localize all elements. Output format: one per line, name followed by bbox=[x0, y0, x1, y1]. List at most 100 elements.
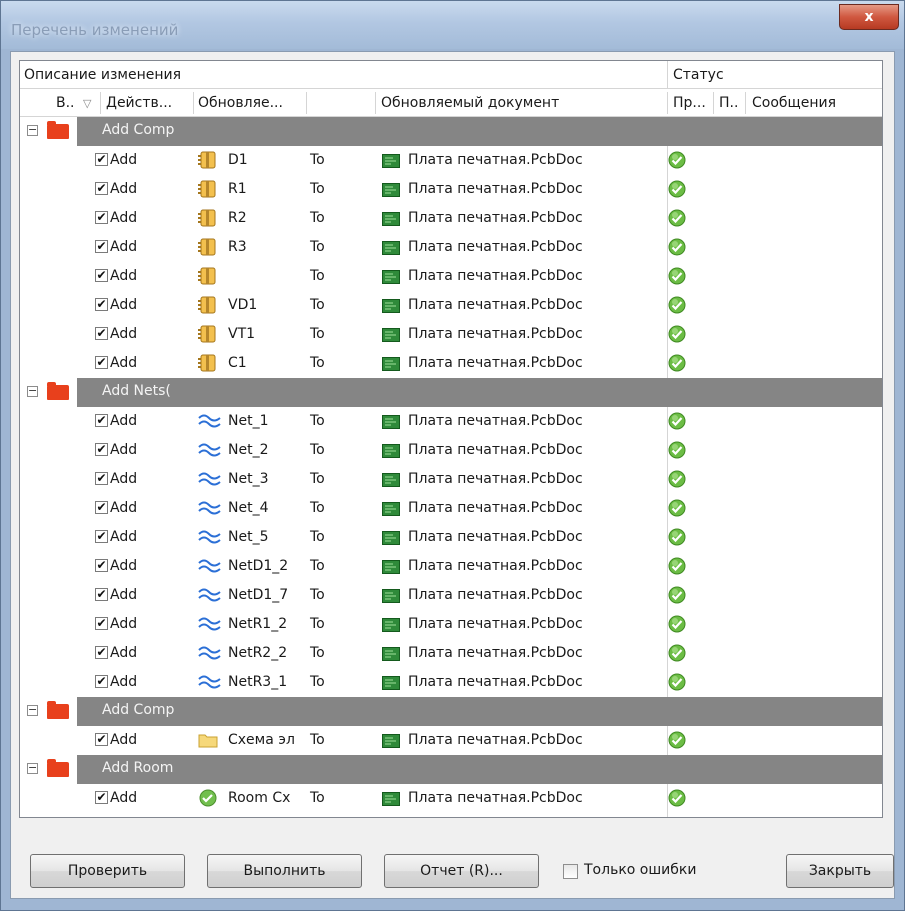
enable-checkbox[interactable]: ✔ bbox=[95, 472, 108, 485]
pcb-document-icon bbox=[382, 443, 400, 458]
collapse-icon[interactable]: − bbox=[27, 762, 38, 774]
enable-checkbox[interactable]: ✔ bbox=[95, 240, 108, 253]
pcb-document-icon bbox=[382, 182, 400, 197]
to-cell: To bbox=[310, 558, 325, 574]
col-done[interactable]: П.. bbox=[719, 95, 738, 111]
change-row[interactable]: ✔ Add Net_1 To Плата печатная.PcbDoc bbox=[20, 407, 882, 436]
change-row[interactable]: ✔ Add Net_3 To Плата печатная.PcbDoc bbox=[20, 465, 882, 494]
change-row[interactable]: ✔ Add D1 To Плата печатная.PcbDoc bbox=[20, 146, 882, 175]
col-separator[interactable] bbox=[713, 92, 714, 114]
close-window-button[interactable]: x bbox=[839, 4, 899, 30]
enable-checkbox[interactable]: ✔ bbox=[95, 588, 108, 601]
col-affected-document[interactable]: Обновляемый документ bbox=[381, 95, 559, 111]
only-errors-label[interactable]: Только ошибки bbox=[584, 862, 696, 878]
group-row[interactable]: − Add Comp bbox=[20, 117, 882, 146]
execute-changes-button[interactable]: Выполнить bbox=[207, 854, 362, 888]
collapse-icon[interactable]: − bbox=[27, 385, 38, 397]
check-ok-icon bbox=[668, 731, 686, 749]
affected-object-cell: Net_2 bbox=[228, 442, 269, 458]
change-row[interactable]: ✔ Add Room Cx To Плата печатная.PcbDoc bbox=[20, 784, 882, 813]
column-headers: В.. ▽ Действ... Обновляе... Обновляемый … bbox=[20, 89, 882, 117]
changes-grid: Описание изменения Статус В.. ▽ Действ..… bbox=[19, 60, 883, 818]
col-enable[interactable]: В.. bbox=[56, 95, 75, 111]
enable-checkbox[interactable]: ✔ bbox=[95, 269, 108, 282]
enable-checkbox[interactable]: ✔ bbox=[95, 211, 108, 224]
enable-checkbox[interactable]: ✔ bbox=[95, 675, 108, 688]
change-row[interactable]: ✔ Add NetD1_2 To Плата печатная.PcbDoc bbox=[20, 552, 882, 581]
group-row[interactable]: − Add Comp bbox=[20, 697, 882, 726]
change-row[interactable]: ✔ Add VT1 To Плата печатная.PcbDoc bbox=[20, 320, 882, 349]
report-button[interactable]: Отчет (R)... bbox=[384, 854, 539, 888]
pcb-document-icon bbox=[382, 588, 400, 603]
col-separator[interactable] bbox=[100, 92, 101, 114]
band-status: Статус bbox=[673, 67, 724, 83]
to-cell: To bbox=[310, 529, 325, 545]
enable-checkbox[interactable]: ✔ bbox=[95, 414, 108, 427]
pcb-document-icon bbox=[382, 501, 400, 516]
change-row[interactable]: ✔ Add Схема эл To Плата печатная.PcbDoc bbox=[20, 726, 882, 755]
enable-checkbox[interactable]: ✔ bbox=[95, 530, 108, 543]
enable-checkbox[interactable]: ✔ bbox=[95, 501, 108, 514]
band-description: Описание изменения bbox=[24, 67, 182, 83]
enable-checkbox[interactable]: ✔ bbox=[95, 559, 108, 572]
col-separator[interactable] bbox=[667, 92, 668, 114]
enable-checkbox[interactable]: ✔ bbox=[95, 443, 108, 456]
change-row[interactable]: ✔ Add R2 To Плата печатная.PcbDoc bbox=[20, 204, 882, 233]
action-cell: Add bbox=[110, 558, 138, 574]
group-row[interactable]: − Add Room bbox=[20, 755, 882, 784]
change-row[interactable]: ✔ Add R3 To Плата печатная.PcbDoc bbox=[20, 233, 882, 262]
col-separator[interactable] bbox=[375, 92, 376, 114]
change-row[interactable]: ✔ Add NetR2_2 To Плата печатная.PcbDoc bbox=[20, 639, 882, 668]
collapse-icon[interactable]: − bbox=[27, 124, 38, 136]
only-errors-checkbox[interactable] bbox=[563, 864, 578, 879]
enable-checkbox[interactable]: ✔ bbox=[95, 791, 108, 804]
group-bar bbox=[77, 697, 882, 726]
close-button[interactable]: Закрыть bbox=[786, 854, 894, 888]
change-row[interactable]: ✔ Add Net_5 To Плата печатная.PcbDoc bbox=[20, 523, 882, 552]
title-bar[interactable]: Перечень изменений x bbox=[1, 1, 904, 49]
enable-checkbox[interactable]: ✔ bbox=[95, 153, 108, 166]
action-cell: Add bbox=[110, 413, 138, 429]
change-row[interactable]: ✔ Add VD1 To Плата печатная.PcbDoc bbox=[20, 291, 882, 320]
component-icon bbox=[198, 267, 218, 285]
affected-object-cell: NetR3_1 bbox=[228, 674, 288, 690]
change-row[interactable]: ✔ Add Net_4 To Плата печатная.PcbDoc bbox=[20, 494, 882, 523]
change-row[interactable]: ✔ Add C1 To Плата печатная.PcbDoc bbox=[20, 349, 882, 378]
action-cell: Add bbox=[110, 297, 138, 313]
enable-checkbox[interactable]: ✔ bbox=[95, 646, 108, 659]
change-row[interactable]: ✔ Add NetR3_1 To Плата печатная.PcbDoc bbox=[20, 668, 882, 697]
folder-icon bbox=[198, 731, 218, 749]
enable-checkbox[interactable]: ✔ bbox=[95, 298, 108, 311]
change-row[interactable]: ✔ Add To Плата печатная.PcbDoc bbox=[20, 262, 882, 291]
change-row[interactable]: ✔ Add NetR1_2 To Плата печатная.PcbDoc bbox=[20, 610, 882, 639]
col-affected-object[interactable]: Обновляе... bbox=[198, 95, 283, 111]
net-icon bbox=[198, 412, 221, 430]
pcb-document-icon bbox=[382, 269, 400, 284]
pcb-document-icon bbox=[382, 530, 400, 545]
col-separator[interactable] bbox=[193, 92, 194, 114]
enable-checkbox[interactable]: ✔ bbox=[95, 733, 108, 746]
change-row[interactable]: ✔ Add NetD1_7 To Плата печатная.PcbDoc bbox=[20, 581, 882, 610]
enable-checkbox[interactable]: ✔ bbox=[95, 327, 108, 340]
col-action[interactable]: Действ... bbox=[106, 95, 172, 111]
affected-object-cell: VT1 bbox=[228, 326, 256, 342]
affected-document-cell: Плата печатная.PcbDoc bbox=[408, 210, 583, 226]
validate-changes-button[interactable]: Проверить bbox=[30, 854, 185, 888]
col-separator[interactable] bbox=[306, 92, 307, 114]
change-row[interactable]: ✔ Add R1 To Плата печатная.PcbDoc bbox=[20, 175, 882, 204]
enable-checkbox[interactable]: ✔ bbox=[95, 356, 108, 369]
pcb-document-icon bbox=[382, 617, 400, 632]
group-row[interactable]: − Add Nets( bbox=[20, 378, 882, 407]
check-ok-icon bbox=[668, 644, 686, 662]
col-message[interactable]: Сообщения bbox=[752, 95, 836, 111]
enable-checkbox[interactable]: ✔ bbox=[95, 617, 108, 630]
component-icon bbox=[198, 354, 218, 372]
collapse-icon[interactable]: − bbox=[27, 704, 38, 716]
col-separator[interactable] bbox=[745, 92, 746, 114]
folder-icon bbox=[47, 121, 69, 139]
check-ok-icon bbox=[668, 180, 686, 198]
col-check[interactable]: Пр... bbox=[673, 95, 706, 111]
change-row[interactable]: ✔ Add Net_2 To Плата печатная.PcbDoc bbox=[20, 436, 882, 465]
band-separator bbox=[667, 61, 668, 89]
enable-checkbox[interactable]: ✔ bbox=[95, 182, 108, 195]
